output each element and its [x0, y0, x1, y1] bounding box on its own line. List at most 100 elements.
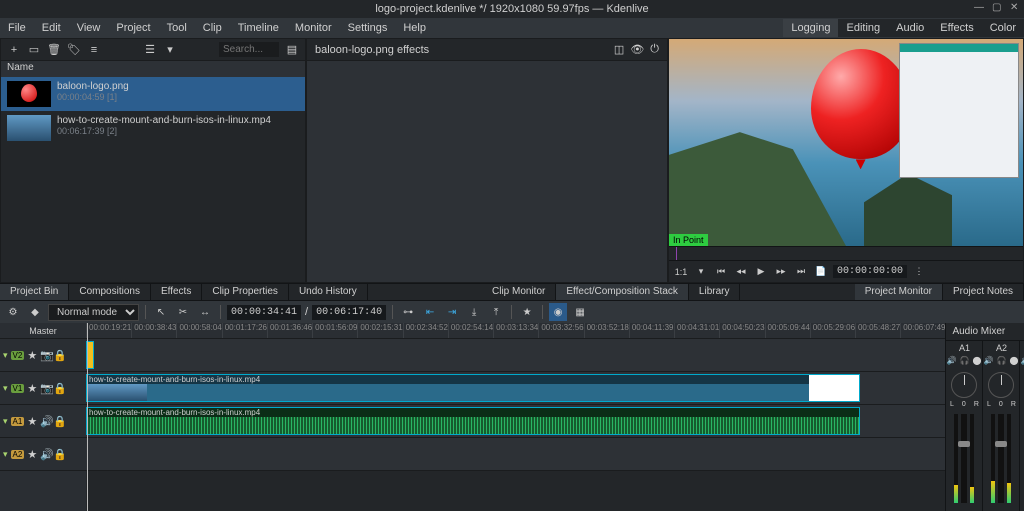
monitor-ruler[interactable] — [669, 246, 1023, 260]
lock-icon[interactable]: 🔒 — [53, 449, 63, 459]
scale-dropdown[interactable]: 1:1 — [673, 264, 689, 280]
layout-color[interactable]: Color — [982, 19, 1024, 37]
layout-audio[interactable]: Audio — [888, 19, 932, 37]
menu-timeline[interactable]: Timeline — [230, 19, 287, 37]
zone-out-icon[interactable]: ⇥ — [443, 303, 461, 321]
mix-icon[interactable]: ⊶ — [399, 303, 417, 321]
folder-icon[interactable]: ▭ — [27, 43, 41, 57]
search-input[interactable] — [219, 42, 279, 57]
expand-icon[interactable]: ▾ — [3, 416, 8, 427]
tab-compositions[interactable]: Compositions — [69, 284, 151, 300]
pan-knob[interactable] — [951, 372, 977, 398]
preview-render-icon[interactable]: ◉ — [549, 303, 567, 321]
minimize-icon[interactable]: — — [974, 2, 984, 12]
tab-project-notes[interactable]: Project Notes — [943, 284, 1024, 300]
star-icon[interactable]: ★ — [27, 350, 37, 360]
expand-icon[interactable]: ▾ — [3, 383, 8, 394]
tab-clip-monitor[interactable]: Clip Monitor — [482, 284, 556, 300]
record-icon[interactable]: ⬤ — [1009, 356, 1019, 366]
zone-in-icon[interactable]: ⇤ — [421, 303, 439, 321]
bin-column-name[interactable]: Name — [1, 61, 305, 77]
favorite-icon[interactable]: ★ — [518, 303, 536, 321]
speaker-icon[interactable]: 🔊 — [946, 356, 956, 366]
track-head-v1[interactable]: ▾ V1 ★ 📷 🔒 — [0, 372, 86, 405]
track-head-a1[interactable]: ▾ A1 ★ 🔊 🔒 — [0, 405, 86, 438]
close-icon[interactable]: ✕ — [1010, 2, 1020, 12]
master-label[interactable]: Master — [0, 323, 86, 339]
menu-clip[interactable]: Clip — [195, 19, 230, 37]
eye-icon[interactable]: 👁 — [630, 43, 644, 56]
prev-frame-icon[interactable]: ◂◂ — [733, 264, 749, 280]
select-tool-icon[interactable]: ↖ — [152, 303, 170, 321]
track-v1[interactable]: how-to-create-mount-and-burn-isos-in-lin… — [86, 372, 945, 405]
edit-mode-dropdown[interactable]: Normal mode — [48, 304, 139, 321]
menu-edit[interactable]: Edit — [34, 19, 69, 37]
expand-icon[interactable]: ▾ — [3, 449, 8, 460]
star-icon[interactable]: ★ — [27, 383, 37, 393]
guides-icon[interactable]: ▦ — [571, 303, 589, 321]
timeline-position[interactable]: 00:00:34:41 — [227, 305, 301, 320]
monitor-preview[interactable]: In Point — [669, 39, 1023, 246]
chevron-down-icon[interactable]: ▾ — [693, 264, 709, 280]
delete-icon[interactable]: 🗑 — [47, 43, 61, 57]
tab-library[interactable]: Library — [689, 284, 741, 300]
forward-icon[interactable]: ⏭ — [793, 264, 809, 280]
star-icon[interactable]: ★ — [27, 416, 37, 426]
insert-icon[interactable]: ⤒ — [487, 303, 505, 321]
mute-icon[interactable]: 📷 — [40, 350, 50, 360]
expand-icon[interactable]: ▾ — [3, 350, 8, 361]
sort-icon[interactable]: ▾ — [163, 43, 177, 57]
menu-file[interactable]: File — [0, 19, 34, 37]
effects-body[interactable] — [307, 61, 667, 282]
bin-item[interactable]: how-to-create-mount-and-burn-isos-in-lin… — [1, 111, 305, 145]
track-a1[interactable]: how-to-create-mount-and-burn-isos-in-lin… — [86, 405, 945, 438]
star-icon[interactable]: ★ — [27, 449, 37, 459]
add-clip-icon[interactable]: + — [7, 43, 21, 57]
next-frame-icon[interactable]: ▸▸ — [773, 264, 789, 280]
overwrite-icon[interactable]: ⤓ — [465, 303, 483, 321]
lock-icon[interactable]: 🔒 — [53, 416, 63, 426]
track-head-a2[interactable]: ▾ A2 ★ 🔊 🔒 — [0, 438, 86, 471]
menu-project[interactable]: Project — [108, 19, 158, 37]
timeline-ruler[interactable]: 00:00:19:2100:00:38:4300:00:58:0400:01:1… — [86, 323, 945, 339]
track-a2[interactable] — [86, 438, 945, 471]
rewind-icon[interactable]: ⏮ — [713, 264, 729, 280]
track-compositing-icon[interactable]: ◆ — [26, 303, 44, 321]
lock-icon[interactable]: 🔒 — [53, 383, 63, 393]
headphone-icon[interactable]: 🎧 — [959, 356, 969, 366]
maximize-icon[interactable]: ▢ — [992, 2, 1002, 12]
play-icon[interactable]: ▶ — [753, 264, 769, 280]
speaker-icon[interactable]: 🔊 — [40, 449, 50, 459]
layout-editing[interactable]: Editing — [838, 19, 888, 37]
speaker-icon[interactable]: 🔊 — [983, 356, 993, 366]
menu-help[interactable]: Help — [395, 19, 434, 37]
track-v2[interactable] — [86, 339, 945, 372]
record-icon[interactable]: ⬤ — [972, 356, 982, 366]
menu-monitor[interactable]: Monitor — [287, 19, 340, 37]
view-mode-icon[interactable]: ☰ — [143, 43, 157, 57]
layout-effects[interactable]: Effects — [932, 19, 981, 37]
tab-effects[interactable]: Effects — [151, 284, 202, 300]
marker-icon[interactable]: 📄 — [813, 264, 829, 280]
speaker-icon[interactable]: 🔊 — [40, 416, 50, 426]
volume-fader[interactable] — [961, 414, 967, 503]
pan-knob[interactable] — [988, 372, 1014, 398]
tab-project-bin[interactable]: Project Bin — [0, 284, 69, 300]
options-icon[interactable]: ⋮ — [911, 264, 927, 280]
tab-undo-history[interactable]: Undo History — [289, 284, 368, 300]
timeline-clip-audio[interactable]: how-to-create-mount-and-burn-isos-in-lin… — [86, 407, 860, 435]
tab-project-monitor[interactable]: Project Monitor — [855, 284, 943, 300]
menu-tool[interactable]: Tool — [159, 19, 195, 37]
filter-icon[interactable]: ▤ — [285, 43, 299, 57]
headphone-icon[interactable]: 🎧 — [996, 356, 1006, 366]
power-icon[interactable]: ⏻ — [650, 43, 659, 56]
list-icon[interactable]: ≡ — [87, 43, 101, 57]
tag-icon[interactable]: 🏷 — [67, 43, 81, 57]
monitor-timecode[interactable]: 00:00:00:00 — [833, 265, 907, 278]
speaker-icon[interactable]: 🔊 — [1020, 356, 1024, 366]
timeline-clip-video[interactable]: how-to-create-mount-and-burn-isos-in-lin… — [86, 374, 860, 402]
lock-icon[interactable]: 🔒 — [53, 350, 63, 360]
split-icon[interactable]: ◫ — [614, 43, 624, 56]
playhead[interactable] — [87, 323, 88, 511]
tab-effect-stack[interactable]: Effect/Composition Stack — [556, 284, 689, 300]
